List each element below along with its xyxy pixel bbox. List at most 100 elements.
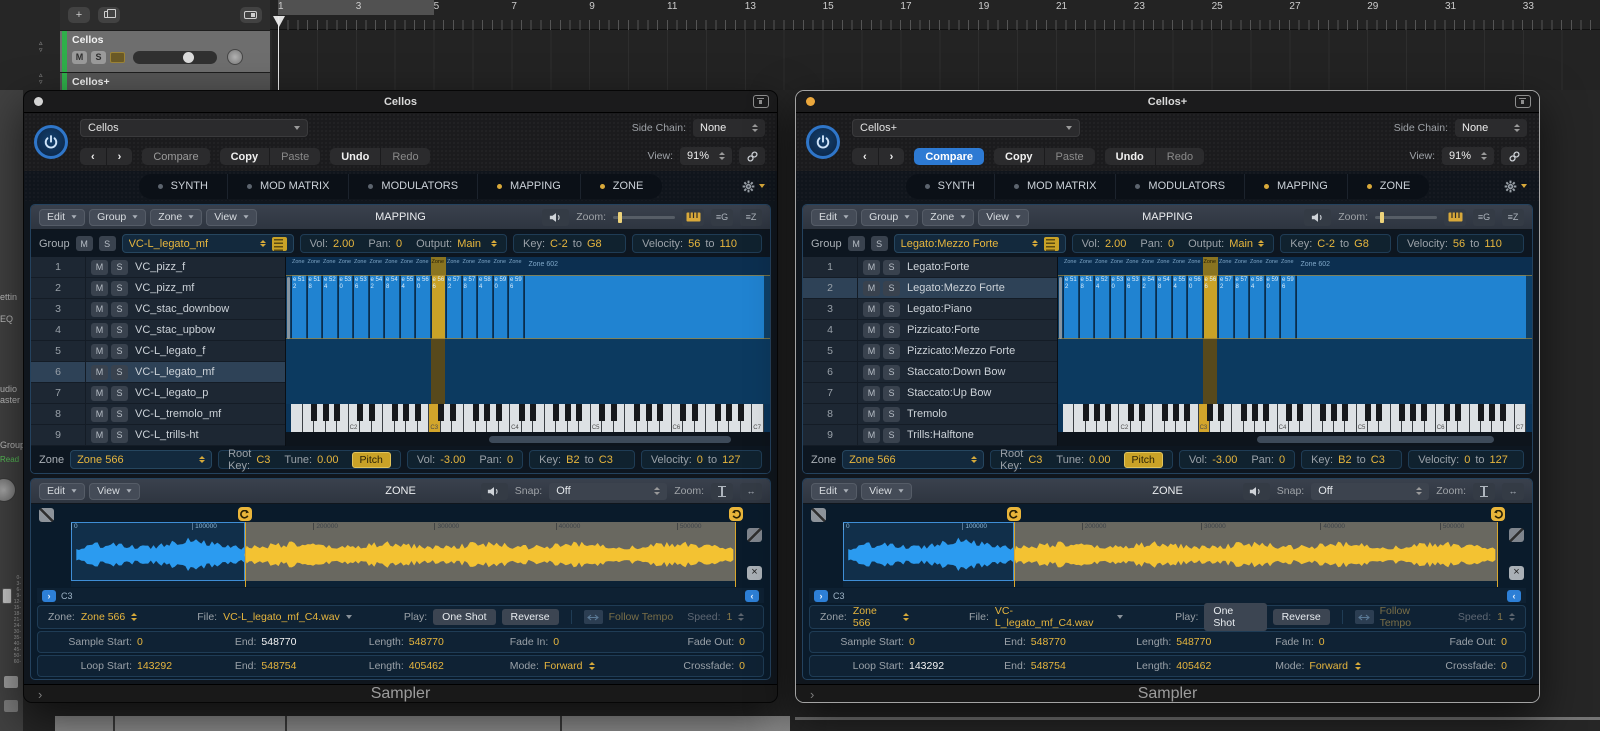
group-row-1[interactable]: 1MSLegato:Forte — [803, 257, 1057, 278]
menu-group[interactable]: Group — [861, 209, 918, 226]
zone-view-icon[interactable]: ≡Z — [1502, 209, 1524, 226]
undo-button[interactable]: Undo — [1105, 148, 1155, 165]
black-key[interactable] — [553, 404, 559, 421]
link-icon[interactable] — [739, 147, 765, 165]
sample-end-value[interactable]: 548770 — [1031, 636, 1066, 648]
key-low[interactable]: B2 — [1338, 454, 1351, 466]
view-zoom-selector[interactable]: 91% — [680, 147, 732, 165]
fade-out-value[interactable]: 0 — [739, 636, 745, 648]
stepper-icon[interactable] — [131, 613, 137, 621]
menu-edit[interactable]: Edit — [811, 483, 857, 500]
group-view-icon[interactable]: ≡G — [1473, 209, 1495, 226]
loop-end-marker[interactable] — [729, 507, 743, 521]
stepper-icon[interactable] — [1481, 152, 1487, 160]
zone-selector[interactable]: Zone 566 — [70, 450, 212, 469]
zone-selector[interactable]: Zone 566 — [842, 450, 984, 469]
pan-value[interactable]: 0 — [507, 454, 513, 466]
velocity-low[interactable]: 56 — [1453, 238, 1465, 250]
preset-selector[interactable]: Cellos+ — [852, 119, 1080, 137]
loop-end-value[interactable]: 548754 — [1031, 660, 1066, 672]
window-dot[interactable] — [34, 97, 43, 106]
loop-start-value[interactable]: 143292 — [909, 660, 944, 672]
sample-start-value[interactable]: 0 — [137, 636, 143, 648]
redo-button[interactable]: Redo — [1155, 148, 1204, 165]
track-options-icon[interactable] — [240, 7, 262, 23]
zone-strip-zone-578[interactable]: Zonee 578 — [1234, 257, 1250, 404]
row-solo-button[interactable]: S — [111, 428, 128, 443]
zone-strip-zone-554[interactable]: Zonee 554 — [400, 257, 416, 404]
black-key[interactable] — [519, 404, 525, 421]
black-key[interactable] — [450, 404, 456, 421]
stepper-icon[interactable] — [1509, 613, 1515, 621]
row-solo-button[interactable]: S — [111, 302, 128, 317]
menu-view[interactable]: View — [206, 209, 257, 226]
menu-view[interactable]: View — [978, 209, 1029, 226]
stepper-icon[interactable] — [1258, 240, 1264, 248]
loop-mode-value[interactable]: Forward — [1309, 660, 1348, 672]
prev-zone-button[interactable]: › — [42, 590, 56, 602]
black-key[interactable] — [599, 404, 605, 421]
row-mute-button[interactable]: M — [91, 281, 108, 296]
key-high[interactable]: G8 — [587, 238, 602, 250]
slider-knob[interactable] — [183, 52, 194, 63]
prev-preset-button[interactable]: ‹ — [80, 148, 106, 165]
tune-value[interactable]: 0.00 — [1089, 454, 1110, 466]
wide-zone[interactable]: Zone 602 — [1296, 257, 1527, 404]
pitch-toggle[interactable]: Pitch — [352, 452, 391, 468]
zone-strip-zone-596[interactable]: Zonee 596 — [1280, 257, 1296, 404]
window-titlebar[interactable]: Cellos+ — [796, 91, 1539, 113]
row-solo-button[interactable]: S — [883, 386, 900, 401]
output-value[interactable]: Main — [1229, 238, 1253, 250]
black-key[interactable] — [1252, 404, 1258, 421]
zone-strip-zone-536[interactable]: Zonee 536 — [1125, 257, 1141, 404]
key-low[interactable]: C-2 — [1317, 238, 1335, 250]
zone-select-value[interactable]: Zone 566 — [81, 611, 125, 623]
group-solo-button[interactable]: S — [871, 236, 888, 251]
black-key[interactable] — [1320, 404, 1326, 421]
black-key[interactable] — [1478, 404, 1484, 421]
copy-button[interactable]: Copy — [220, 148, 270, 165]
row-solo-button[interactable]: S — [111, 386, 128, 401]
menu-view[interactable]: View — [861, 483, 912, 500]
paste-button[interactable]: Paste — [269, 148, 320, 165]
menu-edit[interactable]: Edit — [811, 209, 857, 226]
sample-length-value[interactable]: 548770 — [409, 636, 444, 648]
velocity-low[interactable]: 0 — [1464, 454, 1470, 466]
zone-strip-zone-530[interactable]: Zonee 530 — [338, 257, 354, 404]
group-row-6[interactable]: 6MSVC-L_legato_mf — [31, 362, 285, 383]
menu-view[interactable]: View — [89, 483, 140, 500]
keyboard-view-icon[interactable] — [1444, 209, 1466, 226]
white-key-E1[interactable] — [291, 404, 303, 432]
group-row-7[interactable]: 7MSStaccato:Up Bow — [803, 383, 1057, 404]
keyboard-scroll-thumb[interactable] — [489, 436, 731, 443]
black-key[interactable] — [1421, 404, 1427, 421]
keyboard-scroll-track[interactable] — [286, 432, 770, 446]
zoom-fit-icon[interactable]: ↔ — [740, 483, 762, 500]
black-key[interactable] — [484, 404, 490, 421]
channel-button[interactable] — [4, 676, 18, 688]
group-row-4[interactable]: 4MSVC_stac_upbow — [31, 320, 285, 341]
tab-mapping[interactable]: MAPPING — [477, 174, 580, 199]
fade-out-handle[interactable] — [747, 528, 762, 542]
black-key[interactable] — [738, 404, 744, 421]
group-row-5[interactable]: 5MSVC-L_legato_f — [31, 341, 285, 362]
compare-button[interactable]: Compare — [142, 148, 209, 165]
group-row-8[interactable]: 8MSVC-L_tremolo_mf — [31, 404, 285, 425]
black-key[interactable] — [496, 404, 502, 421]
black-key[interactable] — [680, 404, 686, 421]
row-mute-button[interactable]: M — [91, 407, 108, 422]
zoom-slider[interactable] — [1375, 216, 1437, 219]
follow-tempo-icon[interactable] — [1355, 610, 1374, 624]
stepper-icon[interactable] — [654, 487, 660, 495]
black-key[interactable] — [369, 404, 375, 421]
settings-gear[interactable] — [1504, 180, 1527, 193]
velocity-high[interactable]: 110 — [720, 238, 738, 250]
zone-select-value[interactable]: Zone 566 — [853, 605, 897, 629]
tab-synth[interactable]: SYNTH — [139, 174, 227, 199]
next-zone-button[interactable]: ‹ — [745, 590, 759, 602]
sample-length-value[interactable]: 548770 — [1176, 636, 1211, 648]
row-mute-button[interactable]: M — [863, 386, 880, 401]
waveform-display[interactable]: 0100000200000300000400000500000 — [843, 522, 1498, 587]
one-shot-button[interactable]: One Shot — [1204, 603, 1266, 631]
prev-preset-button[interactable]: ‹ — [852, 148, 878, 165]
